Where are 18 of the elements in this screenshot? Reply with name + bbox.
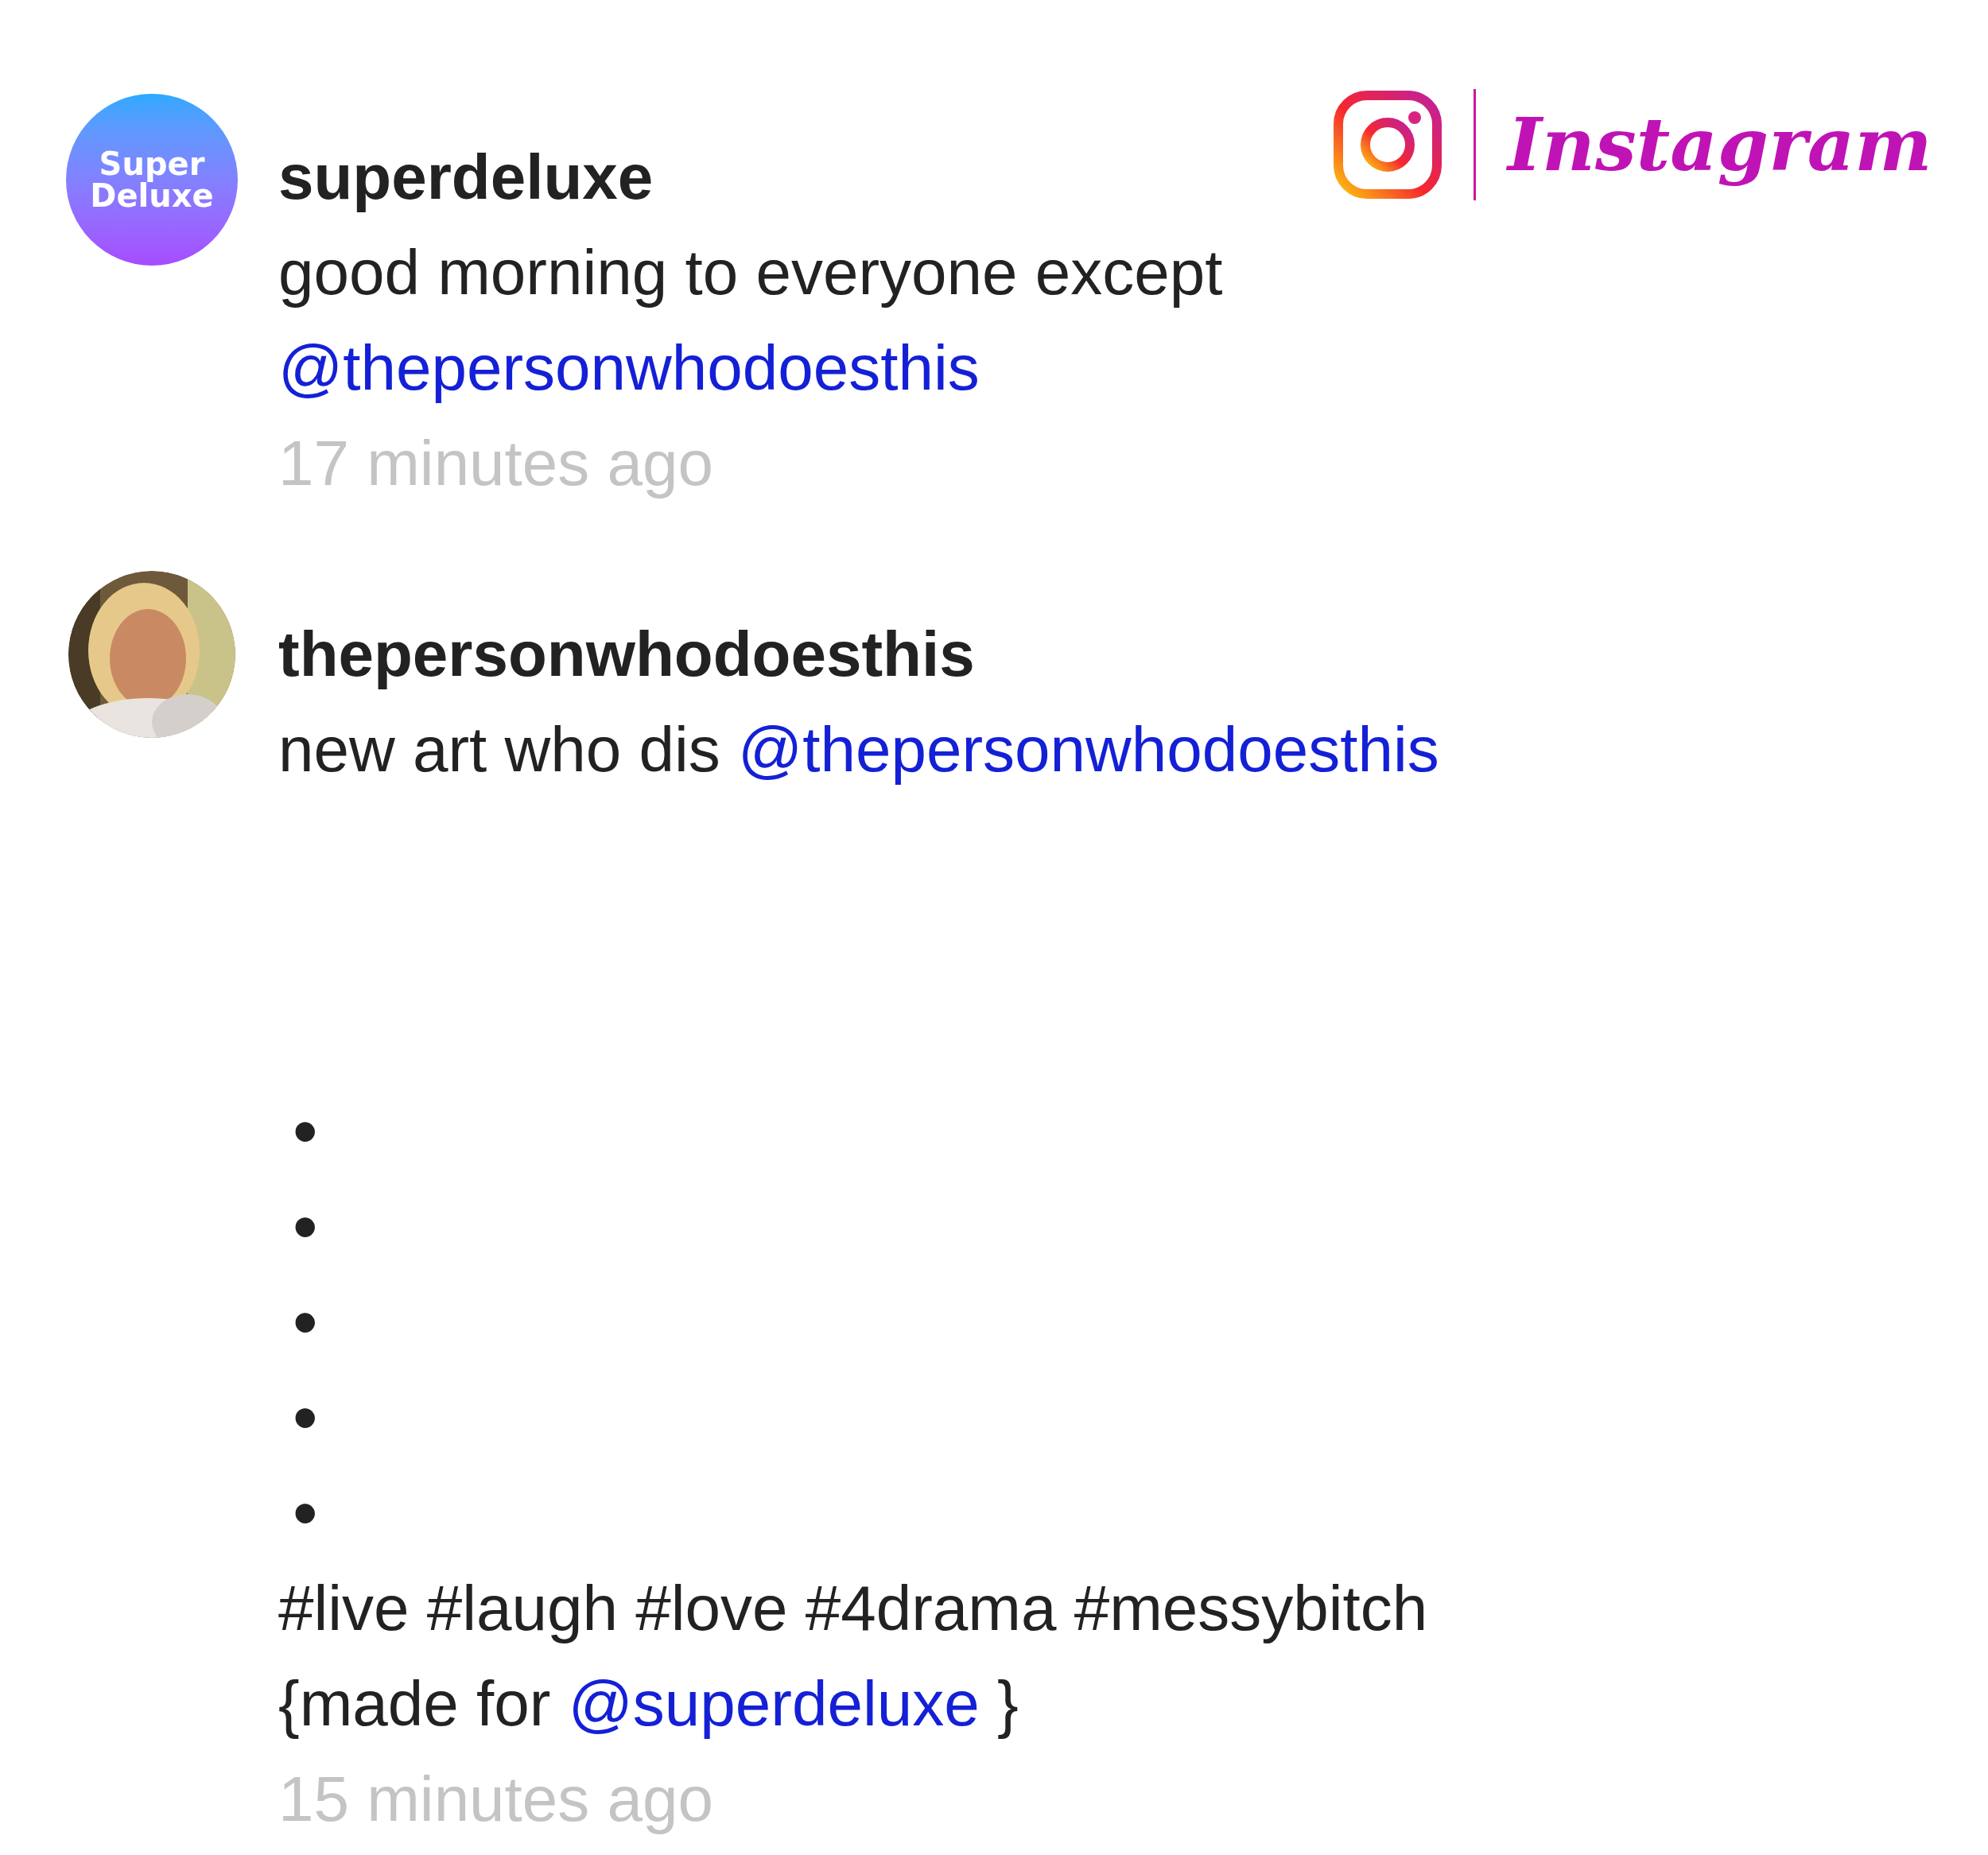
camera-icon — [1334, 91, 1442, 199]
bullet: • — [292, 1282, 318, 1364]
comment-text: new art who dis @thepersonwhodoesthis — [278, 713, 1439, 786]
bullet: • — [292, 1473, 318, 1554]
wordmark: Instagram — [1508, 101, 1932, 189]
mention-link[interactable]: @thepersonwhodoesthis — [738, 714, 1439, 785]
caption-text: #live #laugh #love #4drama #messybitch {made for @superdeluxe } — [278, 1572, 1429, 1741]
mention-link[interactable]: @superdeluxe — [568, 1668, 980, 1739]
timestamp: 17 minutes ago — [278, 427, 715, 500]
comment-text: good morning to everyone except @thepersonwhodoesthis — [278, 236, 1223, 405]
mention-link[interactable]: @thepersonwhodoesthis — [278, 332, 980, 403]
avatar-logo: Super Deluxe — [66, 94, 238, 266]
timestamp: 15 minutes ago — [278, 1763, 715, 1836]
bullet: • — [292, 1091, 318, 1173]
bullet: • — [292, 1186, 318, 1268]
username[interactable]: thepersonwhodoesthis — [278, 607, 1439, 702]
username[interactable]: superdeluxe — [278, 130, 1223, 225]
bullet: • — [292, 1377, 318, 1459]
